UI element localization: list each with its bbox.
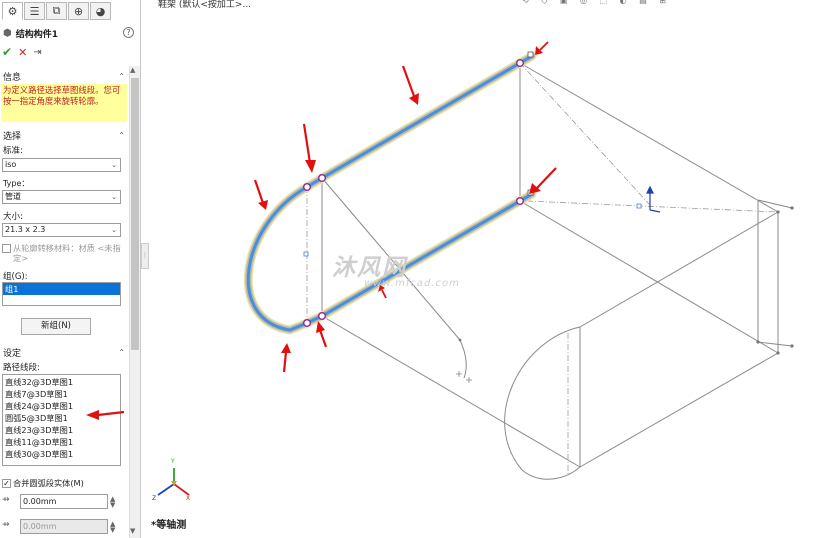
triad-z-label: Z — [152, 495, 157, 502]
triad-y-label: Y — [171, 458, 175, 465]
watermark-url: www.mfcad.com — [364, 278, 460, 289]
triad-x-label: X — [186, 495, 191, 502]
sketch-points[interactable] — [303, 51, 794, 355]
axis-triad[interactable] — [157, 468, 190, 496]
view-orientation-label: *等轴测 — [151, 520, 187, 531]
watermark: 沐风网 www.mfcad.com — [332, 248, 459, 289]
annotation-arrows — [86, 41, 557, 420]
origin-icon — [646, 185, 661, 213]
sketch-canvas[interactable] — [0, 0, 820, 538]
